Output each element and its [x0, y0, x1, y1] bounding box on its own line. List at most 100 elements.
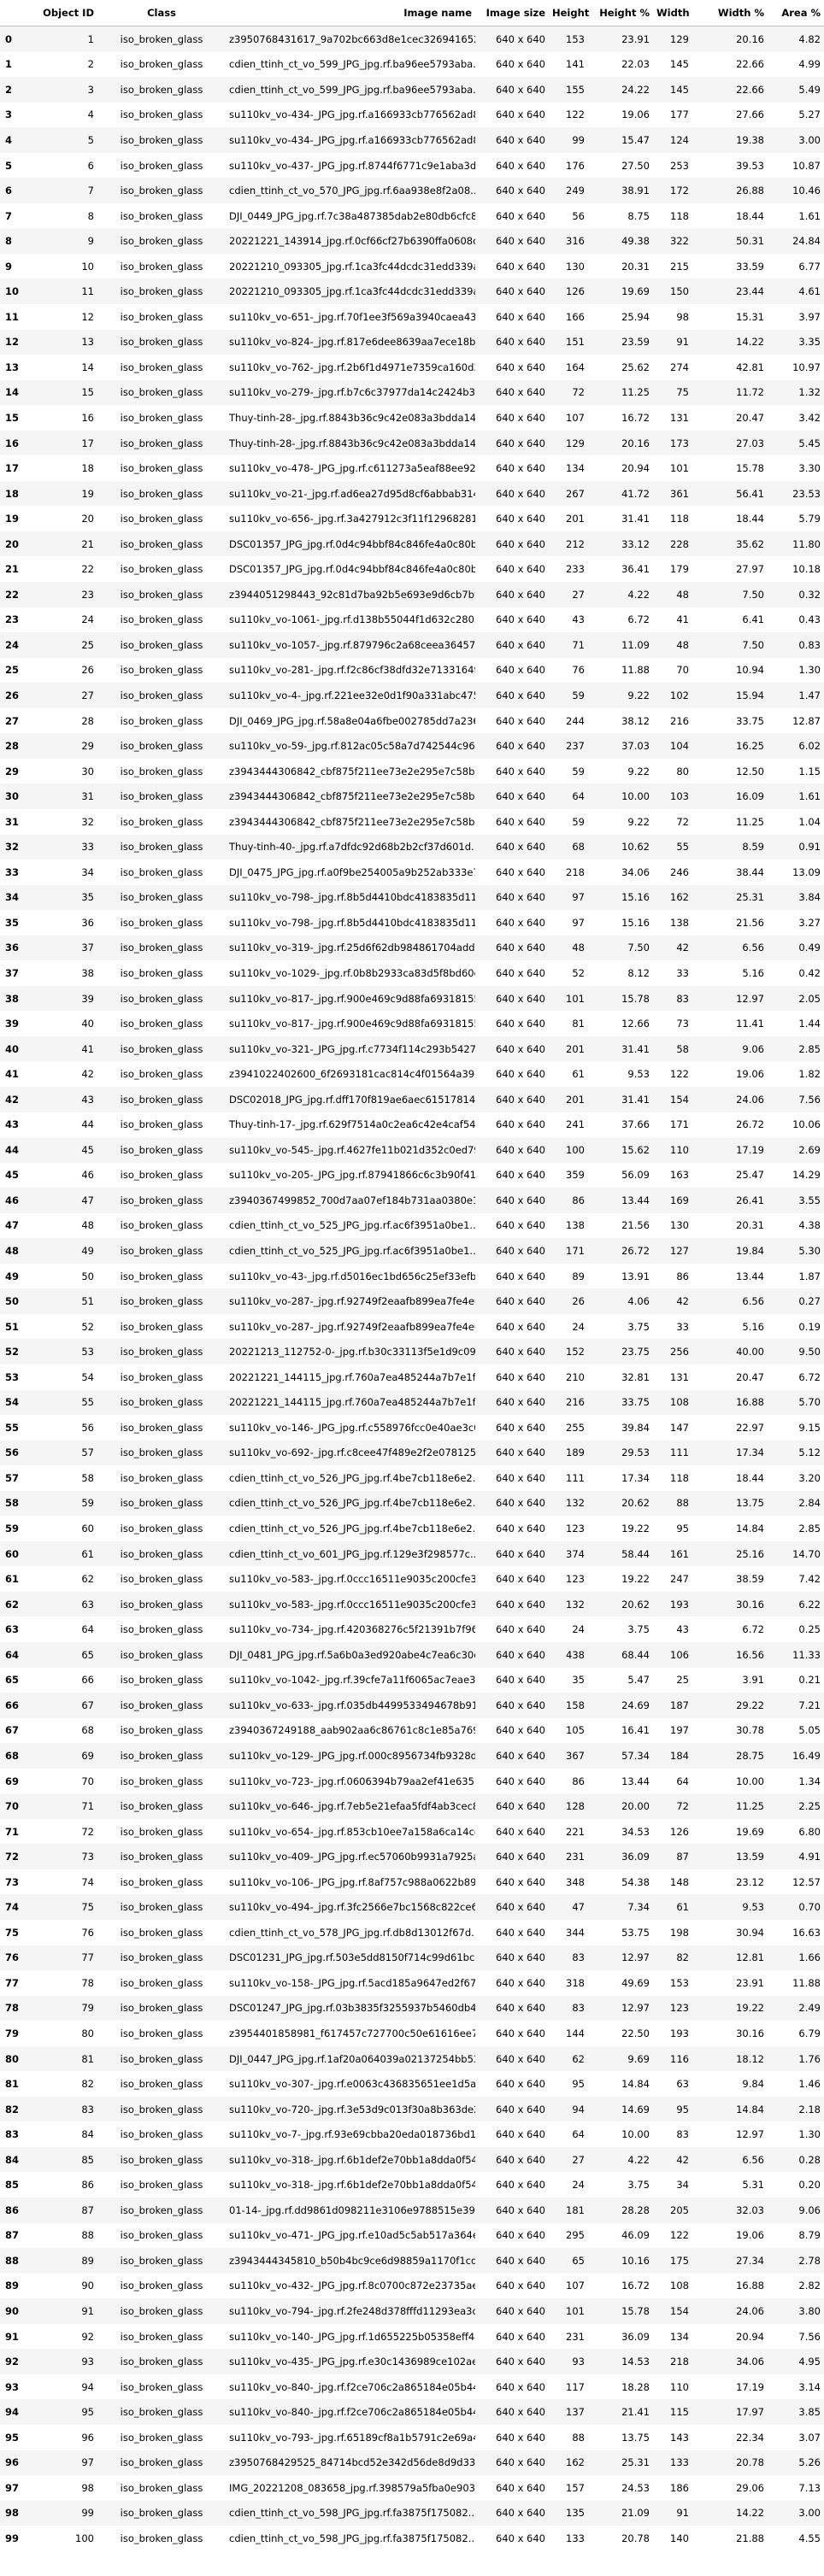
table-row[interactable]: 79 80 iso_broken_glass z3954401858981_f6174…	[0, 2021, 824, 2046]
table-row[interactable]: 31 32 iso_broken_glass z3943444306842_cbf87…	[0, 809, 824, 835]
table-row[interactable]: 49 50 iso_broken_glass su110kv_vo-43-_jpg.r…	[0, 1264, 824, 1289]
table-row[interactable]: 12 13 iso_broken_glass su110kv_vo-824-_jpg.…	[0, 329, 824, 355]
table-row[interactable]: 76 77 iso_broken_glass DSC01231_JPG_jpg.rf.…	[0, 1945, 824, 1971]
table-row[interactable]: 38 39 iso_broken_glass su110kv_vo-817-_jpg.…	[0, 985, 824, 1012]
table-row[interactable]: 89 90 iso_broken_glass su110kv_vo-432-_JPG_…	[0, 2274, 824, 2299]
table-row[interactable]: 24 25 iso_broken_glass su110kv_vo-1057-_jpg…	[0, 632, 824, 658]
table-row[interactable]: 1 2 iso_broken_glass cdien_ttinh_ct_vo_599_…	[0, 52, 824, 78]
table-row[interactable]: 37 38 iso_broken_glass su110kv_vo-1029-_jpg…	[0, 960, 824, 986]
table-row[interactable]: 94 95 iso_broken_glass su110kv_vo-840-_jpg.…	[0, 2399, 824, 2425]
table-row[interactable]: 34 35 iso_broken_glass su110kv_vo-798-_jpg.…	[0, 884, 824, 911]
header-object-id[interactable]: Object ID	[38, 0, 97, 26]
table-row[interactable]: 30 31 iso_broken_glass z3943444306842_cbf87…	[0, 783, 824, 809]
header-image-size[interactable]: Image size	[475, 0, 549, 26]
table-row[interactable]: 28 29 iso_broken_glass su110kv_vo-59-_jpg.r…	[0, 733, 824, 759]
table-row[interactable]: 56 57 iso_broken_glass su110kv_vo-692-_jpg.…	[0, 1440, 824, 1466]
table-row[interactable]: 95 96 iso_broken_glass su110kv_vo-793-_jpg.…	[0, 2425, 824, 2450]
table-row[interactable]: 15 16 iso_broken_glass Thuy-tinh-28-_jpg.rf…	[0, 405, 824, 431]
table-row[interactable]: 0 1 iso_broken_glass z3950768431617_9a702bc…	[0, 26, 824, 52]
table-row[interactable]: 51 52 iso_broken_glass su110kv_vo-287-_jpg.…	[0, 1314, 824, 1340]
table-row[interactable]: 54 55 iso_broken_glass 20221221_144115_jpg.…	[0, 1389, 824, 1416]
table-row[interactable]: 86 87 iso_broken_glass 01-14-_jpg.rf.dd9861…	[0, 2198, 824, 2223]
table-row[interactable]: 78 79 iso_broken_glass DSC01247_JPG_jpg.rf.…	[0, 1995, 824, 2021]
table-row[interactable]: 17 18 iso_broken_glass su110kv_vo-478-_JPG_…	[0, 455, 824, 481]
table-row[interactable]: 64 65 iso_broken_glass DJI_0481_JPG_jpg.rf.…	[0, 1642, 824, 1668]
table-row[interactable]: 73 74 iso_broken_glass su110kv_vo-106-_JPG_…	[0, 1869, 824, 1895]
table-row[interactable]: 74 75 iso_broken_glass su110kv_vo-494-_jpg.…	[0, 1894, 824, 1921]
table-row[interactable]: 4 5 iso_broken_glass su110kv_vo-434-_JPG_jp…	[0, 127, 824, 153]
table-row[interactable]: 43 44 iso_broken_glass Thuy-tinh-17-_jpg.rf…	[0, 1112, 824, 1138]
table-row[interactable]: 33 34 iso_broken_glass DJI_0475_JPG_jpg.rf.…	[0, 860, 824, 885]
table-row[interactable]: 19 20 iso_broken_glass su110kv_vo-656-_jpg.…	[0, 506, 824, 531]
table-row[interactable]: 22 23 iso_broken_glass z3944051298443_92c81…	[0, 582, 824, 607]
table-row[interactable]: 98 99 iso_broken_glass cdien_ttinh_ct_vo_59…	[0, 2500, 824, 2526]
table-row[interactable]: 40 41 iso_broken_glass su110kv_vo-321-_JPG_…	[0, 1036, 824, 1062]
table-row[interactable]: 14 15 iso_broken_glass su110kv_vo-279-_jpg.…	[0, 379, 824, 406]
table-row[interactable]: 6 7 iso_broken_glass cdien_ttinh_ct_vo_570_…	[0, 178, 824, 203]
table-row[interactable]: 88 89 iso_broken_glass z3943444345810_b50b4…	[0, 2248, 824, 2274]
table-row[interactable]: 61 62 iso_broken_glass su110kv_vo-583-_jpg.…	[0, 1566, 824, 1592]
table-row[interactable]: 67 68 iso_broken_glass z3940367249188_aab90…	[0, 1718, 824, 1744]
table-row[interactable]: 77 78 iso_broken_glass su110kv_vo-158-_JPG_…	[0, 1970, 824, 1996]
table-row[interactable]: 71 72 iso_broken_glass su110kv_vo-654-_jpg.…	[0, 1819, 824, 1845]
table-row[interactable]: 18 19 iso_broken_glass su110kv_vo-21-_jpg.r…	[0, 480, 824, 507]
header-class[interactable]: Class	[97, 0, 226, 26]
header-width[interactable]: Width	[653, 0, 692, 26]
table-row[interactable]: 44 45 iso_broken_glass su110kv_vo-545-_jpg.…	[0, 1137, 824, 1163]
header-area-pct[interactable]: Area %	[768, 0, 824, 26]
table-row[interactable]: 52 53 iso_broken_glass 20221213_112752-0-_j…	[0, 1339, 824, 1364]
table-row[interactable]: 32 33 iso_broken_glass Thuy-tinh-40-_jpg.rf…	[0, 834, 824, 860]
table-row[interactable]: 5 6 iso_broken_glass su110kv_vo-437-_JPG_jp…	[0, 153, 824, 179]
table-row[interactable]: 65 66 iso_broken_glass su110kv_vo-1042-_jpg…	[0, 1668, 824, 1693]
table-row[interactable]: 84 85 iso_broken_glass su110kv_vo-318-_jpg.…	[0, 2146, 824, 2173]
table-row[interactable]: 2 3 iso_broken_glass cdien_ttinh_ct_vo_599_…	[0, 77, 824, 103]
table-row[interactable]: 82 83 iso_broken_glass su110kv_vo-720-_jpg.…	[0, 2096, 824, 2122]
table-row[interactable]: 46 47 iso_broken_glass z3940367499852_700d7…	[0, 1188, 824, 1213]
table-row[interactable]: 75 76 iso_broken_glass cdien_ttinh_ct_vo_57…	[0, 1920, 824, 1945]
table-row[interactable]: 39 40 iso_broken_glass su110kv_vo-817-_jpg.…	[0, 1011, 824, 1036]
table-row[interactable]: 87 88 iso_broken_glass su110kv_vo-471-_JPG_…	[0, 2223, 824, 2249]
table-row[interactable]: 9 10 iso_broken_glass 20221210_093305_jpg.r…	[0, 254, 824, 279]
table-row[interactable]: 58 59 iso_broken_glass cdien_ttinh_ct_vo_52…	[0, 1490, 824, 1517]
table-row[interactable]: 11 12 iso_broken_glass su110kv_vo-651-_jpg.…	[0, 304, 824, 330]
table-row[interactable]: 27 28 iso_broken_glass DJI_0469_JPG_jpg.rf.…	[0, 708, 824, 734]
table-row[interactable]: 59 60 iso_broken_glass cdien_ttinh_ct_vo_52…	[0, 1516, 824, 1541]
table-row[interactable]: 16 17 iso_broken_glass Thuy-tinh-28-_jpg.rf…	[0, 430, 824, 456]
header-height[interactable]: Height	[549, 0, 589, 26]
table-row[interactable]: 21 22 iso_broken_glass DSC01357_JPG_jpg.rf.…	[0, 556, 824, 582]
table-row[interactable]: 83 84 iso_broken_glass su110kv_vo-7-_jpg.rf…	[0, 2121, 824, 2147]
table-row[interactable]: 3 4 iso_broken_glass su110kv_vo-434-_JPG_jp…	[0, 103, 824, 128]
table-row[interactable]: 55 56 iso_broken_glass su110kv_vo-146-_JPG_…	[0, 1415, 824, 1441]
header-width-pct[interactable]: Width %	[692, 0, 768, 26]
table-row[interactable]: 63 64 iso_broken_glass su110kv_vo-734-_jpg.…	[0, 1617, 824, 1642]
table-row[interactable]: 42 43 iso_broken_glass DSC02018_JPG_jpg.rf.…	[0, 1086, 824, 1112]
table-row[interactable]: 97 98 iso_broken_glass IMG_20221208_083658_…	[0, 2475, 824, 2501]
table-row[interactable]: 62 63 iso_broken_glass su110kv_vo-583-_jpg.…	[0, 1591, 824, 1617]
table-row[interactable]: 90 91 iso_broken_glass su110kv_vo-794-_jpg.…	[0, 2298, 824, 2324]
table-row[interactable]: 99 100 iso_broken_glass cdien_ttinh_ct_vo_5…	[0, 2526, 824, 2551]
table-row[interactable]: 70 71 iso_broken_glass su110kv_vo-646-_jpg.…	[0, 1793, 824, 1819]
table-row[interactable]: 80 81 iso_broken_glass DJI_0447_JPG_jpg.rf.…	[0, 2045, 824, 2072]
table-row[interactable]: 85 86 iso_broken_glass su110kv_vo-318-_jpg.…	[0, 2172, 824, 2198]
table-row[interactable]: 68 69 iso_broken_glass su110kv_vo-129-_JPG_…	[0, 1743, 824, 1769]
header-image-name[interactable]: Image name	[226, 0, 475, 26]
table-row[interactable]: 48 49 iso_broken_glass cdien_ttinh_ct_vo_52…	[0, 1238, 824, 1264]
table-row[interactable]: 66 67 iso_broken_glass su110kv_vo-633-_jpg.…	[0, 1693, 824, 1718]
table-row[interactable]: 29 30 iso_broken_glass z3943444306842_cbf87…	[0, 759, 824, 784]
table-row[interactable]: 47 48 iso_broken_glass cdien_ttinh_ct_vo_52…	[0, 1213, 824, 1239]
table-row[interactable]: 7 8 iso_broken_glass DJI_0449_JPG_jpg.rf.7c…	[0, 203, 824, 229]
table-row[interactable]: 25 26 iso_broken_glass su110kv_vo-281-_jpg.…	[0, 658, 824, 684]
table-row[interactable]: 45 46 iso_broken_glass su110kv_vo-205-_JPG_…	[0, 1163, 824, 1188]
table-row[interactable]: 10 11 iso_broken_glass 20221210_093305_jpg.…	[0, 279, 824, 305]
table-row[interactable]: 81 82 iso_broken_glass su110kv_vo-307-_jpg.…	[0, 2071, 824, 2097]
table-row[interactable]: 41 42 iso_broken_glass z3941022402600_6f269…	[0, 1061, 824, 1087]
table-row[interactable]: 13 14 iso_broken_glass su110kv_vo-762-_jpg.…	[0, 355, 824, 380]
table-row[interactable]: 57 58 iso_broken_glass cdien_ttinh_ct_vo_52…	[0, 1465, 824, 1491]
table-row[interactable]: 20 21 iso_broken_glass DSC01357_JPG_jpg.rf.…	[0, 531, 824, 557]
table-row[interactable]: 91 92 iso_broken_glass su110kv_vo-140-_JPG_…	[0, 2324, 824, 2350]
table-row[interactable]: 69 70 iso_broken_glass su110kv_vo-723-_jpg.…	[0, 1769, 824, 1794]
table-row[interactable]: 26 27 iso_broken_glass su110kv_vo-4-_jpg.rf…	[0, 683, 824, 708]
table-row[interactable]: 36 37 iso_broken_glass su110kv_vo-319-_jpg.…	[0, 935, 824, 961]
table-row[interactable]: 8 9 iso_broken_glass 20221221_143914_jpg.rf…	[0, 228, 824, 254]
header-height-pct[interactable]: Height %	[588, 0, 653, 26]
